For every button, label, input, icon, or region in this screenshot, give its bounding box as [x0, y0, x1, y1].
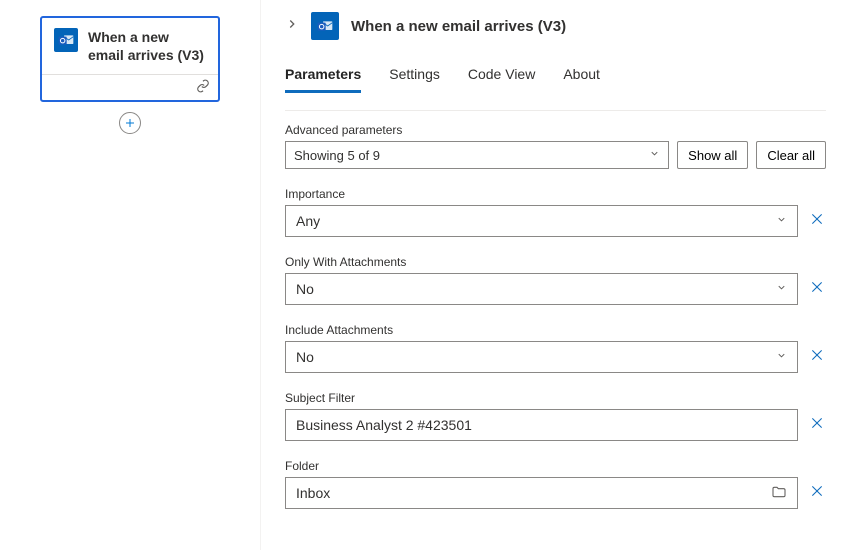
importance-value: Any: [296, 213, 320, 229]
subject-filter-input[interactable]: [296, 417, 787, 433]
link-icon[interactable]: [196, 79, 210, 96]
collapse-chevron-icon[interactable]: [285, 17, 299, 36]
chevron-down-icon: [776, 350, 787, 364]
remove-folder-button[interactable]: [808, 483, 826, 504]
importance-dropdown[interactable]: Any: [285, 205, 798, 237]
advanced-parameters-dropdown[interactable]: Showing 5 of 9: [285, 141, 669, 169]
only-attachments-value: No: [296, 281, 314, 297]
clear-all-button[interactable]: Clear all: [756, 141, 826, 169]
chevron-down-icon: [776, 282, 787, 296]
tab-settings[interactable]: Settings: [389, 58, 440, 93]
include-attachments-value: No: [296, 349, 314, 365]
add-step-button[interactable]: [119, 112, 141, 134]
outlook-icon: [54, 28, 78, 52]
subject-filter-label: Subject Filter: [285, 391, 826, 405]
folder-value: Inbox: [296, 485, 330, 501]
chevron-down-icon: [649, 148, 660, 162]
only-attachments-dropdown[interactable]: No: [285, 273, 798, 305]
folder-label: Folder: [285, 459, 826, 473]
advanced-parameters-summary: Showing 5 of 9: [294, 148, 380, 163]
include-attachments-dropdown[interactable]: No: [285, 341, 798, 373]
only-attachments-label: Only With Attachments: [285, 255, 826, 269]
tab-codeview[interactable]: Code View: [468, 58, 535, 93]
include-attachments-label: Include Attachments: [285, 323, 826, 337]
tab-parameters[interactable]: Parameters: [285, 58, 361, 93]
importance-label: Importance: [285, 187, 826, 201]
subject-filter-input-wrapper: [285, 409, 798, 441]
folder-icon: [771, 484, 787, 503]
advanced-parameters-label: Advanced parameters: [285, 123, 826, 137]
remove-importance-button[interactable]: [808, 211, 826, 232]
details-panel: When a new email arrives (V3) Parameters…: [260, 0, 850, 550]
tab-about[interactable]: About: [563, 58, 600, 93]
show-all-button[interactable]: Show all: [677, 141, 748, 169]
trigger-title: When a new email arrives (V3): [88, 28, 206, 64]
remove-only-attachments-button[interactable]: [808, 279, 826, 300]
remove-subject-filter-button[interactable]: [808, 415, 826, 436]
panel-title: When a new email arrives (V3): [351, 18, 566, 35]
remove-include-attachments-button[interactable]: [808, 347, 826, 368]
trigger-card[interactable]: When a new email arrives (V3): [40, 16, 220, 102]
chevron-down-icon: [776, 214, 787, 228]
folder-picker[interactable]: Inbox: [285, 477, 798, 509]
outlook-icon: [311, 12, 339, 40]
tab-bar: Parameters Settings Code View About: [285, 58, 826, 94]
workflow-canvas: When a new email arrives (V3): [0, 0, 260, 550]
